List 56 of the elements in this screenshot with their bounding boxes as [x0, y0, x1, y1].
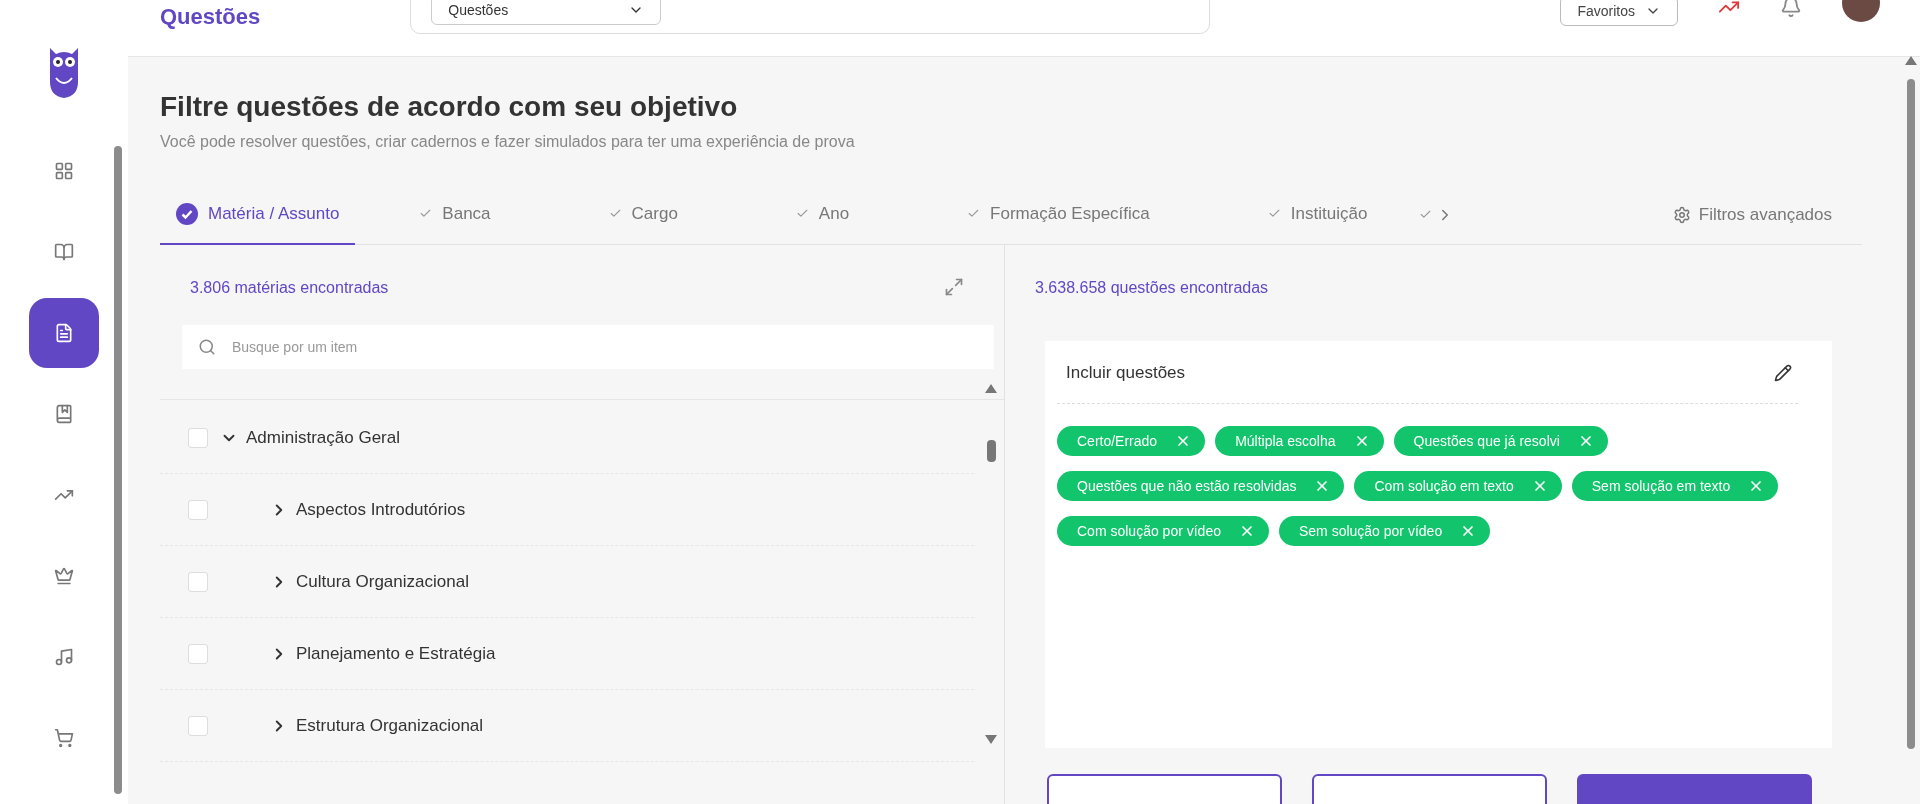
questions-count: 3.638.658 questões encontradas — [1035, 279, 1269, 297]
scrollbar[interactable] — [984, 384, 998, 744]
chip-label: Certo/Errado — [1077, 433, 1158, 449]
chip-label: Questões que já resolvi — [1413, 433, 1560, 449]
cart-icon — [54, 727, 74, 748]
chip-label: Sem solução por vídeo — [1298, 523, 1443, 539]
music-note-icon — [54, 646, 74, 667]
check-icon — [419, 207, 433, 220]
filter-tab[interactable]: Banca — [403, 184, 507, 245]
card-title: Incluir questões — [1065, 363, 1186, 383]
expand-icon[interactable] — [944, 277, 964, 297]
scrollbar[interactable] — [114, 146, 122, 794]
bell-icon[interactable] — [1780, 0, 1802, 18]
document-icon — [54, 322, 74, 343]
filter-tab[interactable]: Cargo — [592, 184, 694, 245]
book-icon — [54, 241, 74, 262]
settings-icon — [1672, 205, 1691, 224]
filter-tab[interactable]: Instituição — [1251, 184, 1384, 245]
advanced-filters-tab[interactable]: Filtros avançados — [1672, 204, 1862, 225]
check-icon — [1267, 207, 1281, 220]
checkbox[interactable] — [188, 643, 208, 664]
chip-label: Com solução em texto — [1374, 478, 1514, 494]
chip-label: Múltipla escolha — [1235, 433, 1336, 449]
subtitle: Você pode resolver questões, criar cadernos e fazer simulados para ter uma experiência de prova — [160, 133, 856, 151]
filter-tab[interactable]: Ano — [779, 184, 866, 245]
tree-item-label[interactable]: Cultura Organizacional — [296, 571, 469, 592]
grid-icon — [54, 160, 74, 181]
nav-button[interactable] — [29, 297, 99, 368]
tree-item-label[interactable]: Planejamento e Estratégia — [296, 643, 496, 664]
checkbox[interactable] — [188, 571, 208, 592]
crown-icon — [54, 565, 74, 586]
heading: Filtre questões de acordo com seu objetivo — [160, 91, 739, 123]
checkbox[interactable] — [188, 427, 208, 448]
check-icon — [967, 207, 981, 220]
filter-tab[interactable]: Formação Específica — [951, 184, 1166, 245]
edit-icon[interactable] — [1774, 364, 1792, 382]
filter-tab[interactable]: Matéria / Assunto — [160, 184, 356, 245]
tree-item-label[interactable]: Estrutura Organizacional — [296, 715, 484, 736]
checkbox[interactable] — [188, 499, 208, 520]
chip-label: Com solução por vídeo — [1077, 523, 1221, 539]
page-title: Questões — [160, 4, 261, 30]
subjects-count: 3.806 matérias encontradas — [190, 279, 389, 297]
notebook-icon — [54, 403, 74, 424]
tree-item-label[interactable]: Aspectos Introdutórios — [296, 499, 466, 520]
favorites-button[interactable]: Favoritos — [1560, 0, 1678, 26]
check-icon — [1419, 208, 1433, 221]
category-dropdown[interactable]: Questões — [431, 0, 662, 25]
chip-label: Sem solução em texto — [1591, 478, 1731, 494]
search-field[interactable]: Busque por um item — [182, 325, 994, 369]
check-icon — [608, 207, 622, 220]
check-circle-icon — [176, 202, 198, 225]
search-icon — [198, 338, 216, 356]
chip-label: Questões que não estão resolvidas — [1077, 478, 1297, 494]
tree-item-label[interactable]: Administração Geral — [246, 427, 400, 448]
checkbox[interactable] — [188, 715, 208, 736]
check-icon — [795, 207, 809, 220]
